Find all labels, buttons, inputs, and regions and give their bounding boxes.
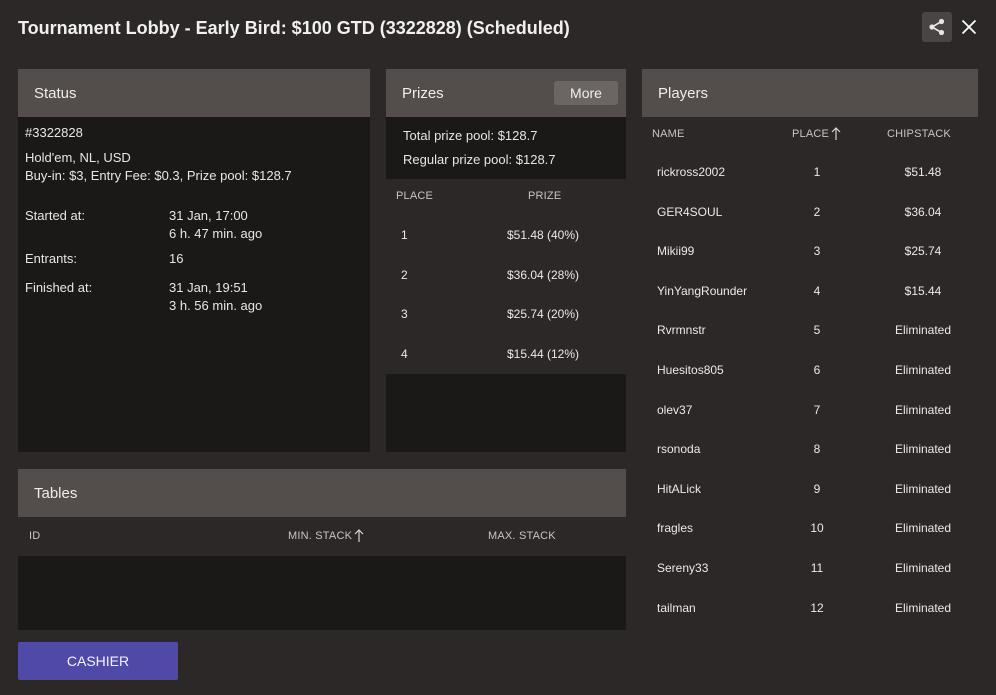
prize-place: 1: [401, 228, 408, 242]
players-panel-header: Players: [642, 69, 978, 117]
regular-prize-pool: Regular prize pool: $128.7: [403, 151, 556, 169]
entrants-label: Entrants:: [25, 251, 78, 266]
total-prize-value: $128.7: [497, 128, 538, 143]
tables-col-max-stack[interactable]: MAX. STACK: [488, 530, 556, 542]
player-chipstack: Eliminated: [894, 363, 952, 377]
player-chipstack: $25.74: [904, 244, 942, 258]
prize-amount: $25.74 (20%): [506, 307, 580, 321]
close-icon: [961, 19, 977, 35]
tables-panel-header: Tables: [18, 469, 626, 517]
players-col-name[interactable]: NAME: [652, 128, 685, 140]
tables-col-id[interactable]: ID: [29, 530, 40, 542]
sort-arrow-up-icon: [354, 529, 364, 542]
total-prize-pool: Total prize pool: $128.7: [403, 127, 537, 145]
started-ago: 6 h. 47 min. ago: [169, 226, 263, 241]
prize-amount: $51.48 (40%): [506, 228, 580, 242]
player-name: Huesitos805: [657, 363, 724, 377]
player-place: 4: [813, 284, 821, 298]
started-value: 31 Jan, 17:00: [169, 208, 248, 223]
player-place: 2: [813, 205, 821, 219]
player-place: 10: [810, 521, 824, 535]
player-place: 9: [813, 482, 821, 496]
tables-list-body: [18, 556, 626, 630]
player-place: 3: [813, 244, 821, 258]
prize-place: 3: [401, 307, 408, 321]
player-place: 8: [813, 442, 821, 456]
close-button[interactable]: [958, 16, 980, 38]
prize-place: 2: [401, 268, 408, 282]
player-chipstack: Eliminated: [894, 442, 952, 456]
prizes-col-place[interactable]: PLACE: [396, 190, 433, 202]
regular-prize-label: Regular prize pool:: [403, 152, 513, 167]
players-header-label: Players: [658, 84, 709, 102]
total-prize-label: Total prize pool:: [403, 128, 495, 143]
player-name: YinYangRounder: [657, 284, 748, 298]
player-place: 11: [810, 561, 824, 575]
buyin-info: Buy-in: $3, Entry Fee: $0.3, Prize pool:…: [25, 168, 292, 183]
player-chipstack: Eliminated: [894, 561, 952, 575]
tables-col-min-stack-label: MIN. STACK: [288, 530, 353, 542]
players-col-place[interactable]: PLACE: [792, 127, 841, 141]
player-chipstack: $51.48: [904, 165, 942, 179]
player-place: 1: [813, 165, 821, 179]
share-icon: [929, 18, 945, 36]
player-name: olev37: [657, 403, 693, 417]
player-place: 6: [813, 363, 821, 377]
prize-amount: $15.44 (12%): [506, 347, 580, 361]
share-button[interactable]: [922, 12, 952, 42]
player-name: Rvrmnstr: [657, 323, 706, 337]
status-header-label: Status: [34, 84, 77, 102]
player-name: Mikii99: [657, 244, 695, 258]
players-col-place-label: PLACE: [792, 128, 830, 140]
entrants-value: 16: [169, 251, 184, 266]
player-chipstack: Eliminated: [894, 601, 952, 615]
regular-prize-value: $128.7: [515, 152, 556, 167]
player-place: 12: [810, 601, 824, 615]
prize-place: 4: [401, 347, 408, 361]
player-name: tailman: [657, 601, 696, 615]
cashier-button[interactable]: CASHIER: [18, 642, 178, 680]
sort-arrow-up-icon: [831, 127, 841, 140]
prizes-header-label: Prizes: [402, 84, 444, 102]
status-panel-header: Status: [18, 69, 370, 117]
cashier-button-label: CASHIER: [66, 653, 130, 669]
prizes-empty-area: [386, 374, 626, 452]
finished-label: Finished at:: [25, 280, 93, 295]
prize-amount: $36.04 (28%): [506, 268, 580, 282]
player-name: HitALick: [657, 482, 702, 496]
player-name: rsonoda: [657, 442, 701, 456]
player-place: 5: [813, 323, 821, 337]
player-place: 7: [813, 403, 821, 417]
started-label: Started at:: [25, 208, 85, 223]
player-chipstack: Eliminated: [894, 403, 952, 417]
more-button[interactable]: More: [554, 81, 618, 105]
player-name: Sereny33: [657, 561, 709, 575]
player-chipstack: Eliminated: [894, 323, 952, 337]
tables-col-min-stack[interactable]: MIN. STACK: [288, 529, 364, 543]
tournament-id: #3322828: [25, 125, 83, 140]
finished-ago: 3 h. 56 min. ago: [169, 298, 263, 313]
game-type: Hold'em, NL, USD: [25, 150, 131, 165]
tables-header-label: Tables: [34, 484, 78, 502]
finished-value: 31 Jan, 19:51: [169, 280, 248, 295]
window-title: Tournament Lobby - Early Bird: $100 GTD …: [18, 18, 570, 38]
prizes-col-prize[interactable]: PRIZE: [528, 190, 561, 202]
players-col-chipstack[interactable]: CHIPSTACK: [887, 128, 951, 140]
player-name: rickross2002: [657, 165, 726, 179]
player-chipstack: Eliminated: [894, 521, 952, 535]
player-name: fragles: [657, 521, 694, 535]
more-button-label: More: [570, 85, 602, 101]
player-name: GER4SOUL: [657, 205, 723, 219]
player-chipstack: $36.04: [904, 205, 942, 219]
player-chipstack: $15.44: [904, 284, 942, 298]
player-chipstack: Eliminated: [894, 482, 952, 496]
